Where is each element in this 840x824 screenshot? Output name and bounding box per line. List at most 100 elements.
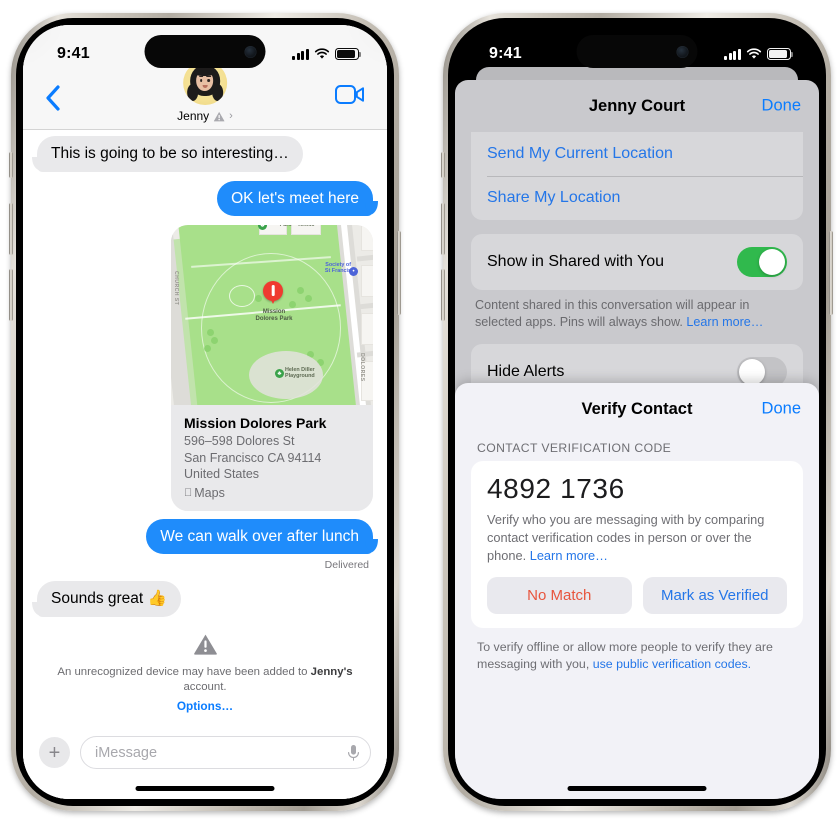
contact-sheet-done-button[interactable]: Done: [762, 97, 801, 116]
message-row: Sounds great 👍: [37, 581, 373, 617]
apple-logo-icon: : [184, 487, 192, 499]
map-place-title: Mission Dolores Park: [184, 415, 327, 432]
message-row: OK let's meet here: [37, 180, 373, 217]
notice-contact-name: Jenny's: [310, 665, 353, 678]
notice-text: An unrecognized device may have been add…: [55, 665, 355, 696]
plus-icon[interactable]: +: [39, 737, 70, 768]
map-card-info: Mission Dolores Park 596–598 Dolores St …: [171, 405, 373, 511]
imessage-input[interactable]: iMessage: [80, 736, 371, 769]
verification-code-section-label: CONTACT VERIFICATION CODE: [477, 441, 672, 455]
mark-as-verified-button[interactable]: Mark as Verified: [642, 576, 787, 614]
verification-learn-more-link[interactable]: Learn more…: [530, 548, 608, 563]
message-bubble-incoming[interactable]: This is going to be so interesting…: [37, 136, 303, 172]
signal-bars-icon: [292, 48, 309, 60]
volume-down-button[interactable]: [441, 269, 445, 321]
notice-text-before: An unrecognized device may have been add…: [57, 665, 311, 678]
volume-down-button[interactable]: [9, 269, 13, 321]
warning-triangle-icon: [213, 111, 225, 121]
home-indicator[interactable]: [135, 786, 275, 791]
contact-name-label: Jenny: [177, 109, 210, 123]
message-bubble-outgoing[interactable]: We can walk over after lunch: [146, 518, 373, 555]
notice-text-after: account.: [183, 680, 227, 693]
warning-triangle-icon: [193, 634, 217, 655]
microphone-icon[interactable]: [347, 744, 360, 762]
battery-full-icon: [335, 48, 362, 60]
verification-code-value: 4892 1736: [487, 473, 625, 504]
map-poi-icon: ♣: [275, 369, 284, 379]
volume-up-button[interactable]: [441, 203, 445, 255]
message-bubble-outgoing[interactable]: OK let's meet here: [217, 180, 373, 217]
send-current-location-row[interactable]: Send My Current Location: [471, 132, 803, 176]
map-location-card[interactable]: CHURCH ST DOLORES ♣ Park – Tennis • Soci…: [171, 225, 373, 511]
shared-with-you-note: Content shared in this conversation will…: [455, 290, 819, 344]
wifi-icon: [314, 48, 330, 59]
show-in-shared-with-you-label: Show in Shared with You: [487, 253, 665, 270]
contact-sheet-title: Jenny Court: [588, 96, 686, 115]
map-address-line-3: United States: [184, 467, 260, 482]
messages-nav-bar: 9:41 Jenny ›: [23, 25, 387, 130]
silent-switch[interactable]: [9, 152, 13, 178]
send-current-location-label: Send My Current Location: [487, 145, 673, 162]
chevron-right-icon: ›: [229, 109, 233, 122]
power-button[interactable]: [397, 231, 401, 315]
verify-sheet-footer: To verify offline or allow more people t…: [455, 628, 819, 674]
right-phone-screen: 9:41 Jenny Court Done Send My Current Lo…: [455, 25, 819, 799]
power-button[interactable]: [829, 231, 833, 315]
show-in-shared-with-you-row[interactable]: Show in Shared with You: [471, 234, 803, 290]
message-row: This is going to be so interesting…: [37, 136, 373, 172]
message-bubble-incoming[interactable]: Sounds great 👍: [37, 581, 181, 617]
no-match-button[interactable]: No Match: [487, 576, 632, 614]
screenshot-stage: 9:41 Jenny › This is going to be so inte…: [0, 0, 840, 824]
map-address-line-2: San Francisco CA 94114: [184, 450, 322, 465]
map-pin-label: Mission Dolores Park: [255, 309, 293, 322]
verify-sheet-done-button[interactable]: Done: [762, 400, 801, 419]
verification-description: Verify who you are messaging with by com…: [487, 511, 787, 565]
verify-sheet-title: Verify Contact: [581, 399, 693, 418]
map-attribution:  Maps: [184, 486, 360, 500]
front-camera-icon: [676, 45, 689, 58]
dynamic-island: [576, 35, 698, 68]
message-thread[interactable]: This is going to be so interesting… OK l…: [23, 130, 387, 730]
share-my-location-label: Share My Location: [487, 189, 621, 206]
share-my-location-row[interactable]: Share My Location: [471, 176, 803, 220]
shared-note-learn-more-link[interactable]: Learn more…: [686, 315, 763, 329]
map-image: CHURCH ST DOLORES ♣ Park – Tennis • Soci…: [171, 225, 373, 406]
verification-actions: No Match Mark as Verified: [487, 576, 787, 614]
verify-sheet-header: Verify Contact Done: [455, 383, 819, 435]
map-pin-icon: [263, 281, 283, 302]
notice-options-link[interactable]: Options…: [55, 699, 355, 713]
message-row-map: CHURCH ST DOLORES ♣ Park – Tennis • Soci…: [37, 225, 373, 511]
public-verification-codes-link[interactable]: use public verification codes.: [593, 657, 751, 671]
back-chevron-icon[interactable]: [45, 85, 67, 111]
contact-header[interactable]: Jenny ›: [177, 61, 233, 123]
map-poi-label: Society of St Francis: [324, 262, 351, 274]
contact-name-row: Jenny ›: [177, 109, 233, 123]
maps-label: Maps: [186, 485, 225, 500]
message-row: We can walk over after lunch: [37, 518, 373, 555]
unrecognized-device-notice: An unrecognized device may have been add…: [37, 633, 373, 713]
map-street-label: DOLORES: [359, 353, 365, 382]
right-phone-device: 9:41 Jenny Court Done Send My Current Lo…: [441, 13, 833, 811]
contact-sheet-header: Jenny Court Done: [455, 80, 819, 132]
silent-switch[interactable]: [441, 152, 445, 178]
map-poi-label: Park – Tennis: [279, 225, 315, 229]
shared-with-you-group: Show in Shared with You: [471, 234, 803, 290]
left-phone-screen: 9:41 Jenny › This is going to be so inte…: [23, 25, 387, 799]
delivery-status-label: Delivered: [324, 559, 369, 572]
map-address-line-1: 596–598 Dolores St: [184, 434, 295, 449]
facetime-video-icon[interactable]: [335, 85, 365, 109]
verification-code-card: 4892 1736 Verify who you are messaging w…: [471, 461, 803, 628]
map-street-label: CHURCH ST: [173, 271, 179, 306]
hide-alerts-label: Hide Alerts: [487, 362, 565, 380]
home-indicator[interactable]: [567, 786, 707, 791]
show-in-shared-with-you-toggle[interactable]: [737, 247, 787, 277]
left-phone-device: 9:41 Jenny › This is going to be so inte…: [9, 13, 401, 811]
imessage-placeholder: iMessage: [95, 744, 158, 761]
messages-app: 9:41 Jenny › This is going to be so inte…: [23, 25, 387, 799]
status-bar-time: 9:41: [57, 45, 90, 62]
location-options-group: Send My Current Location Share My Locati…: [471, 132, 803, 220]
verification-description-text: Verify who you are messaging with by com…: [487, 511, 765, 563]
map-poi-label: Helen Diller Playground: [285, 367, 315, 379]
front-camera-icon: [244, 45, 257, 58]
volume-up-button[interactable]: [9, 203, 13, 255]
